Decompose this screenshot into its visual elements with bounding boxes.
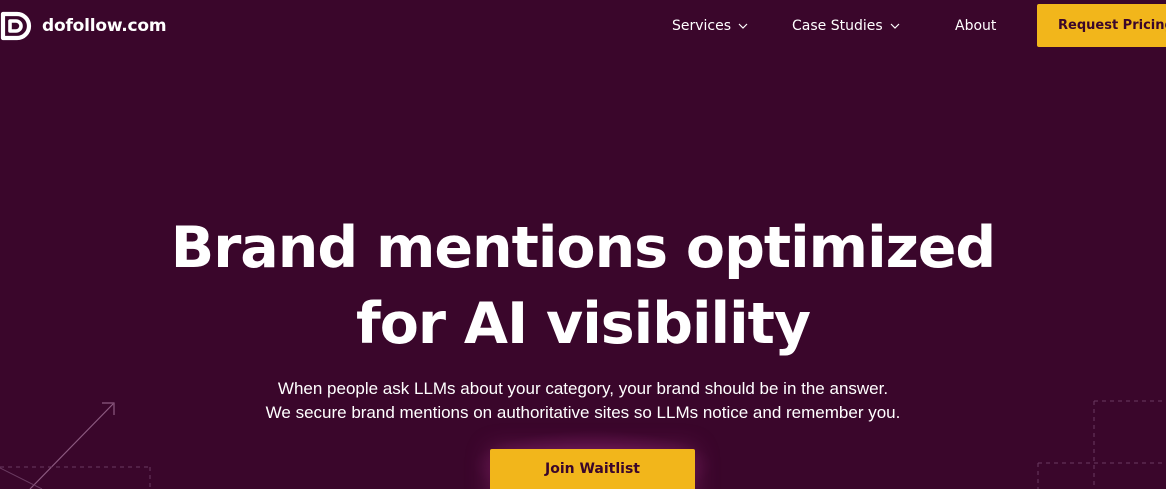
site-header: dofollow.com Services Case Studies About… [0,0,1166,52]
request-pricing-button[interactable]: Request Pricing [1037,4,1166,47]
hero-title-line-1: Brand mentions optimized [170,215,997,281]
main-nav: Services Case Studies About [0,0,1166,52]
landing-page: dofollow.com Services Case Studies About… [0,0,1166,489]
arrow-decoration-icon [0,402,151,489]
hero-subtitle-line-1: When people ask LLMs about your category… [277,379,889,398]
nav-case-studies[interactable]: Case Studies [792,15,901,37]
nav-about-label: About [955,18,997,34]
join-waitlist-button[interactable]: Join Waitlist [490,449,695,489]
hero-subtitle-line-2: We secure brand mentions on authoritativ… [265,403,901,422]
hero-subtitle: When people ask LLMs about your category… [0,377,1166,425]
nav-about[interactable]: About [955,15,996,37]
nav-services[interactable]: Services [672,15,749,37]
chevron-down-icon [738,23,748,29]
chevron-down-icon [890,23,900,29]
hero-title-line-2: for AI visibility [355,291,811,357]
hero-title: Brand mentions optimized for AI visibili… [0,210,1166,362]
nav-case-studies-label: Case Studies [792,18,883,34]
grid-decoration-icon [1037,400,1166,489]
nav-services-label: Services [672,18,732,34]
